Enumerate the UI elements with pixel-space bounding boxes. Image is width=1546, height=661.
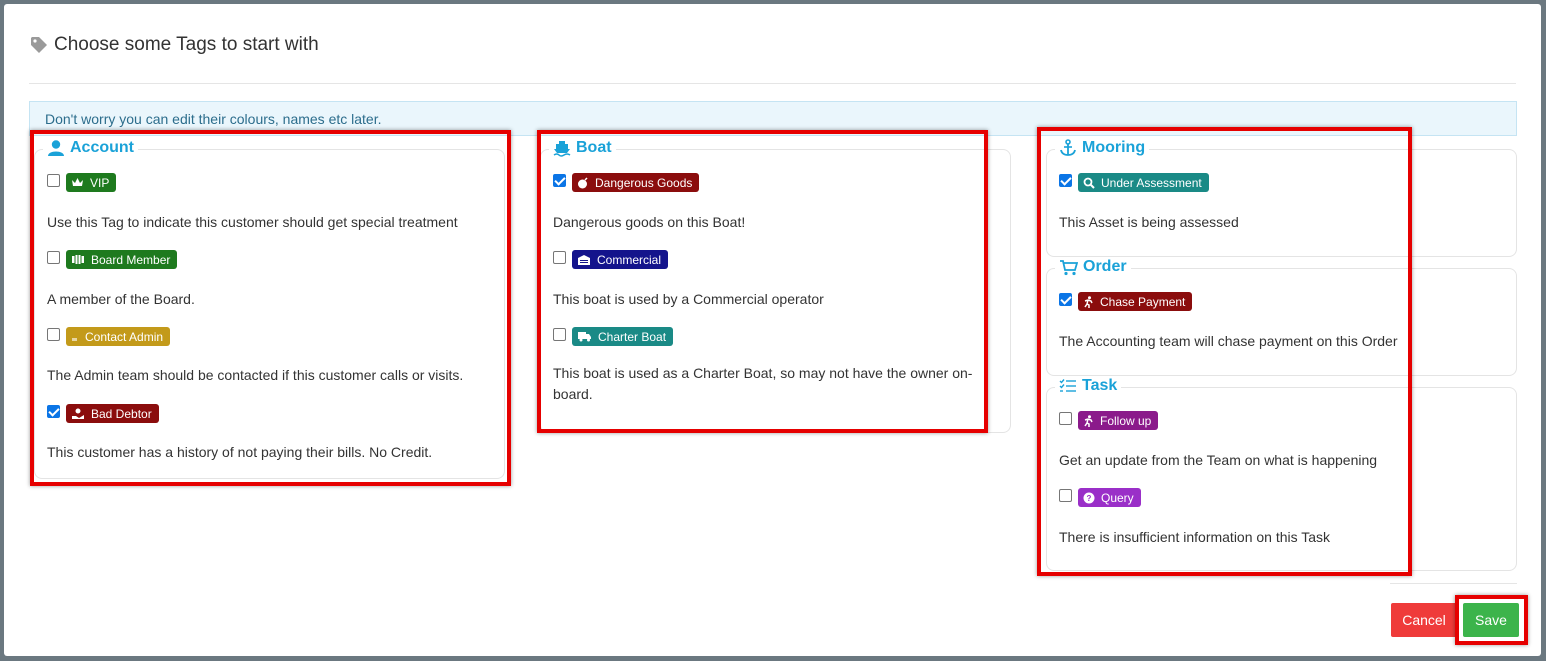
highlight-boat xyxy=(537,130,988,433)
modal-header: Choose some Tags to start with xyxy=(29,30,1516,84)
modal-title: Choose some Tags to start with xyxy=(29,34,319,56)
cancel-button[interactable]: Cancel xyxy=(1391,603,1457,637)
footer-divider xyxy=(1390,583,1517,584)
tag-icon xyxy=(31,37,47,53)
highlight-mooring-order-task xyxy=(1037,127,1412,576)
highlight-account xyxy=(30,130,511,486)
highlight-save xyxy=(1455,595,1528,645)
modal-title-text: Choose some Tags to start with xyxy=(54,34,319,55)
